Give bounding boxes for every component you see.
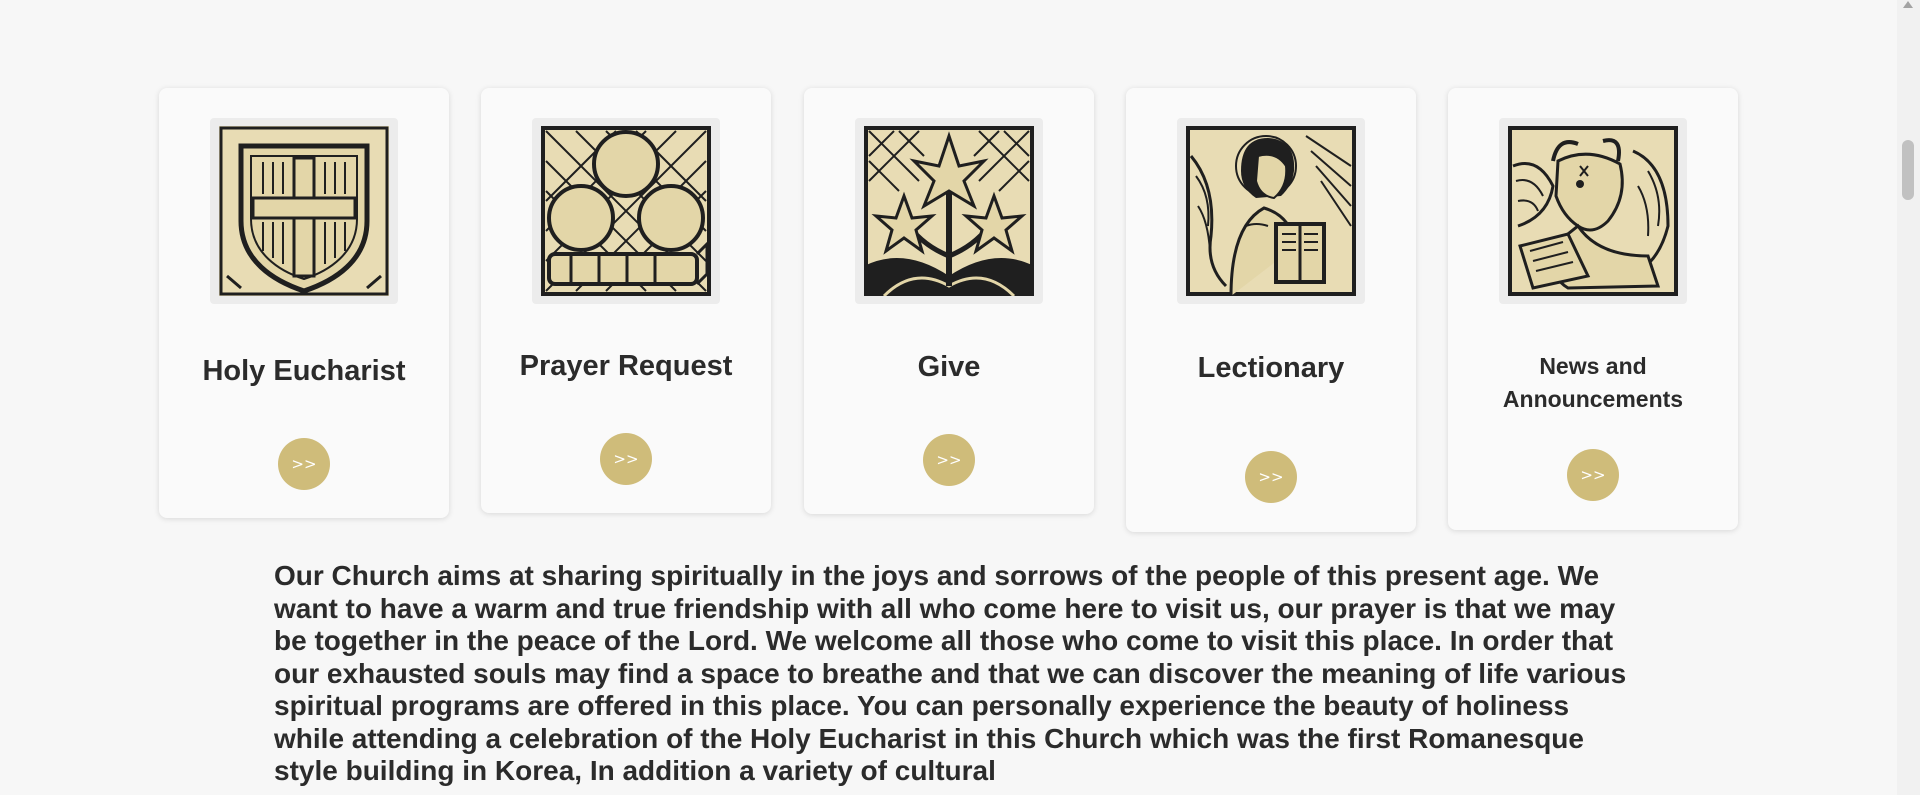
- card-prayer-request: Prayer Request >>: [481, 88, 771, 513]
- shield-cross-icon: [219, 126, 389, 296]
- vertical-scrollbar[interactable]: [1897, 0, 1920, 795]
- card-image: [855, 118, 1043, 304]
- card-image: [210, 118, 398, 304]
- page: Holy Eucharist >> Prayer Request >> Give…: [0, 0, 1897, 795]
- card-title: Lectionary: [1197, 352, 1345, 384]
- card-title: Give: [917, 351, 981, 383]
- angel-reading-icon: [1186, 126, 1356, 296]
- card-lectionary: Lectionary >>: [1126, 88, 1416, 532]
- winged-ox-icon: [1508, 126, 1678, 296]
- card-title: News and Announcements: [1502, 353, 1684, 412]
- card-image: [1499, 118, 1687, 304]
- card-go-button[interactable]: >>: [600, 433, 652, 485]
- card-title: Prayer Request: [519, 350, 733, 382]
- card-image: [1177, 118, 1365, 304]
- card-image: [532, 118, 720, 304]
- scroll-up-arrow-icon[interactable]: [1903, 1, 1913, 8]
- card-holy-eucharist: Holy Eucharist >>: [159, 88, 449, 518]
- three-spheres-book-icon: [541, 126, 711, 296]
- card-title: Holy Eucharist: [202, 355, 406, 387]
- lilies-icon: [864, 126, 1034, 296]
- card-go-button[interactable]: >>: [1245, 451, 1297, 503]
- card-go-button[interactable]: >>: [278, 438, 330, 490]
- scroll-thumb[interactable]: [1902, 140, 1914, 200]
- quick-links: Holy Eucharist >> Prayer Request >> Give…: [159, 88, 1739, 538]
- card-go-button[interactable]: >>: [923, 434, 975, 486]
- card-go-button[interactable]: >>: [1567, 449, 1619, 501]
- card-news-announcements: News and Announcements >>: [1448, 88, 1738, 530]
- intro-paragraph: Our Church aims at sharing spiritually i…: [274, 560, 1627, 786]
- card-give: Give >>: [804, 88, 1094, 514]
